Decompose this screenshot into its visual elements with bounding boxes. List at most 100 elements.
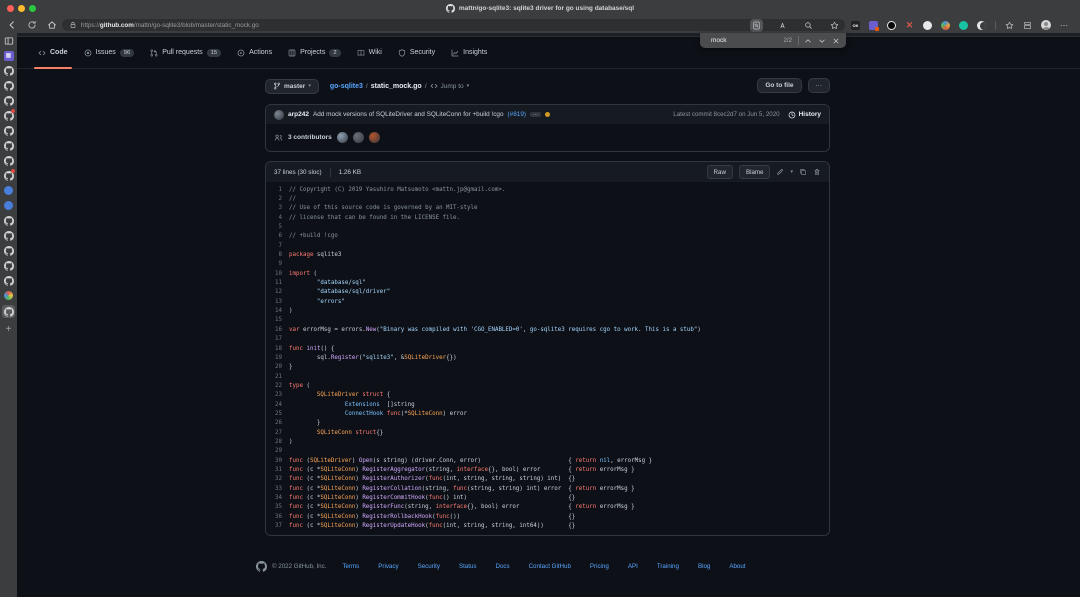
footer-link-blog[interactable]: Blog (698, 563, 710, 570)
extension-icon[interactable] (977, 21, 986, 30)
extension-icon-disabled[interactable]: ✕ (905, 21, 914, 30)
line-number[interactable]: 13 (266, 299, 282, 305)
footer-link-training[interactable]: Training (657, 563, 679, 570)
tab-projects[interactable]: Projects2 (280, 37, 349, 68)
branch-selector-button[interactable]: master ▾ (265, 79, 319, 94)
favorites-bar-icon[interactable] (1005, 21, 1014, 30)
line-number[interactable]: 11 (266, 280, 282, 286)
extension-icon[interactable]: OK (851, 21, 860, 30)
browser-vertical-tab[interactable] (3, 95, 14, 106)
line-number[interactable]: 28 (266, 439, 282, 445)
browser-vertical-tab[interactable] (2, 305, 15, 318)
line-number[interactable]: 34 (266, 495, 282, 501)
extension-icon[interactable] (887, 21, 896, 30)
history-button[interactable]: History (788, 111, 821, 119)
extension-icon[interactable] (923, 21, 932, 30)
line-number[interactable]: 20 (266, 364, 282, 370)
back-icon[interactable] (7, 20, 17, 30)
line-number[interactable]: 36 (266, 514, 282, 520)
profile-avatar[interactable] (1041, 20, 1051, 30)
line-number[interactable]: 32 (266, 476, 282, 482)
line-number[interactable]: 24 (266, 402, 282, 408)
browser-menu-icon[interactable]: ⋯ (1060, 21, 1069, 30)
browser-vertical-tab[interactable] (3, 140, 14, 151)
browser-vertical-tab[interactable] (3, 170, 14, 181)
refresh-icon[interactable] (27, 20, 37, 30)
line-number[interactable]: 33 (266, 486, 282, 492)
browser-vertical-tab[interactable] (3, 80, 14, 91)
line-number[interactable]: 17 (266, 336, 282, 342)
more-options-button[interactable]: ··· (808, 78, 831, 93)
browser-vertical-tab[interactable] (3, 260, 14, 271)
edit-pencil-icon[interactable] (776, 168, 784, 176)
tab-wiki[interactable]: Wiki (349, 37, 390, 68)
footer-link-docs[interactable]: Docs (495, 563, 509, 570)
line-number[interactable]: 12 (266, 289, 282, 295)
browser-vertical-tab[interactable] (3, 245, 14, 256)
tab-pull-requests[interactable]: Pull requests15 (142, 37, 229, 68)
browser-vertical-tab[interactable] (3, 200, 14, 211)
browser-vertical-tab[interactable]: ▦ (3, 50, 14, 61)
line-number[interactable]: 29 (266, 448, 282, 454)
footer-link-pricing[interactable]: Pricing (590, 563, 609, 570)
browser-vertical-tab[interactable] (3, 65, 14, 76)
browser-vertical-tab[interactable] (3, 290, 14, 301)
footer-link-contact-github[interactable]: Contact GitHub (529, 563, 571, 570)
commit-description-toggle[interactable]: … (530, 112, 541, 117)
footer-link-security[interactable]: Security (418, 563, 440, 570)
line-number[interactable]: 3 (266, 205, 282, 211)
line-number[interactable]: 22 (266, 383, 282, 389)
footer-link-privacy[interactable]: Privacy (378, 563, 398, 570)
address-bar[interactable]: https://github.com/mattn/go-sqlite3/blob… (62, 19, 845, 31)
browser-vertical-tab[interactable] (3, 125, 14, 136)
line-number[interactable]: 2 (266, 196, 282, 202)
delete-file-icon[interactable] (813, 168, 821, 176)
footer-link-api[interactable]: API (628, 563, 638, 570)
line-number[interactable]: 35 (266, 504, 282, 510)
line-number[interactable]: 26 (266, 420, 282, 426)
zoom-page-icon[interactable] (804, 21, 813, 30)
tab-insights[interactable]: Insights (443, 37, 495, 68)
jump-to-button[interactable]: Jump to (441, 83, 464, 90)
extension-icon[interactable] (959, 21, 968, 30)
line-number[interactable]: 8 (266, 252, 282, 258)
line-number[interactable]: 23 (266, 392, 282, 398)
find-in-page-icon[interactable] (752, 21, 761, 30)
line-number[interactable]: 30 (266, 458, 282, 464)
collections-icon[interactable] (1023, 21, 1032, 30)
browser-vertical-tab[interactable] (3, 230, 14, 241)
line-number[interactable]: 19 (266, 355, 282, 361)
browser-vertical-tab[interactable] (3, 185, 14, 196)
breadcrumb-repo-link[interactable]: go-sqlite3 (330, 83, 363, 90)
tab-security[interactable]: Security (390, 37, 443, 68)
line-number[interactable]: 5 (266, 224, 282, 230)
browser-vertical-tab[interactable] (3, 110, 14, 121)
new-tab-button[interactable]: + (6, 325, 12, 335)
extension-icon[interactable] (941, 21, 950, 30)
commit-message[interactable]: Add mock versions of SQLiteDriver and SQ… (313, 111, 504, 118)
line-number[interactable]: 14 (266, 308, 282, 314)
tab-actions[interactable]: Actions (229, 37, 280, 68)
line-number[interactable]: 10 (266, 271, 282, 277)
find-query-input[interactable]: mock (711, 37, 784, 44)
favorites-icon[interactable] (830, 21, 839, 30)
read-aloud-icon[interactable] (778, 21, 787, 30)
line-number[interactable]: 25 (266, 411, 282, 417)
footer-link-terms[interactable]: Terms (342, 563, 359, 570)
blame-button[interactable]: Blame (739, 165, 771, 179)
find-next-icon[interactable] (818, 37, 826, 45)
footer-link-about[interactable]: About (729, 563, 745, 570)
raw-button[interactable]: Raw (707, 165, 733, 179)
line-number[interactable]: 7 (266, 243, 282, 249)
line-number[interactable]: 27 (266, 430, 282, 436)
contributors-count[interactable]: 3 contributors (288, 134, 332, 141)
extension-icon[interactable] (869, 21, 878, 30)
line-number[interactable]: 15 (266, 317, 282, 323)
open-with-desktop-icon[interactable] (799, 168, 807, 176)
line-number[interactable]: 4 (266, 215, 282, 221)
line-number[interactable]: 37 (266, 523, 282, 529)
browser-vertical-tab[interactable] (3, 215, 14, 226)
contributor-avatar[interactable] (369, 132, 380, 143)
caret-down-icon[interactable]: ▾ (790, 169, 793, 175)
tab-issues[interactable]: Issues96 (76, 37, 143, 68)
